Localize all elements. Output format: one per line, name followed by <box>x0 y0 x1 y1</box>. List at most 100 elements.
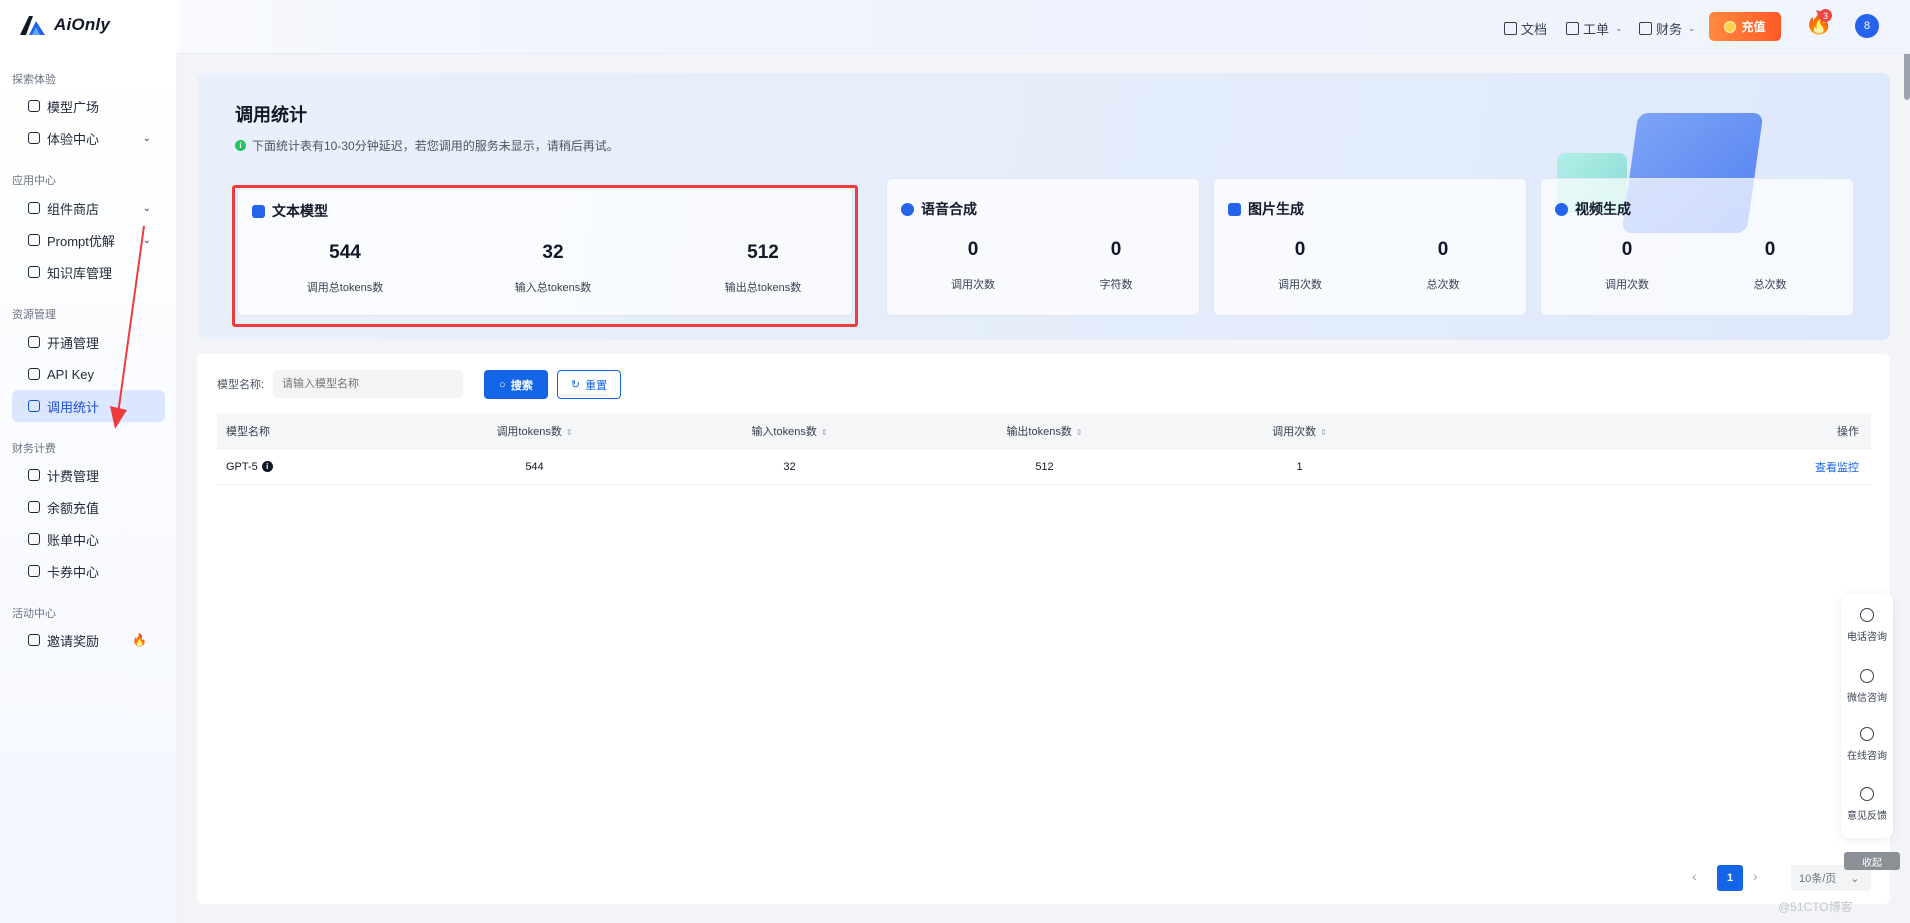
info-icon[interactable]: i <box>261 461 273 472</box>
experience-icon <box>28 132 40 144</box>
next-page-icon[interactable]: › <box>1753 868 1758 884</box>
sidebar-item-billing[interactable]: 计费管理 <box>12 459 165 491</box>
chevron-down-icon: ⌄ <box>1688 23 1696 33</box>
wechat-consult[interactable]: 微信咨询 <box>1841 669 1893 704</box>
feedback[interactable]: 意见反馈 <box>1841 787 1893 822</box>
sidebar-item-label: 邀请奖励 <box>47 633 100 649</box>
header-label: 输入tokens数 <box>751 425 817 438</box>
stats-icon <box>28 400 40 412</box>
page-current[interactable]: 1 <box>1717 865 1743 891</box>
sidebar-item-label: 模型广场 <box>47 99 100 115</box>
notification-badge: 3 <box>1819 9 1832 22</box>
avatar[interactable]: 8 <box>1855 14 1879 38</box>
gift-icon <box>28 634 40 646</box>
header-input-tokens[interactable]: 输入tokens数 ⇕ <box>672 423 907 439</box>
search-button-label: 搜索 <box>510 379 533 392</box>
coin-icon <box>1724 20 1737 33</box>
wallet-icon <box>28 501 40 513</box>
sort-icon[interactable]: ⇕ <box>1076 428 1083 437</box>
sort-icon[interactable]: ⇕ <box>566 428 573 437</box>
metric-value: 0 <box>1437 239 1449 260</box>
page-scrollbar[interactable] <box>1904 50 1910 100</box>
wechat-icon <box>1860 669 1874 683</box>
search-button[interactable]: ○ 搜索 <box>484 370 548 399</box>
support-label: 在线咨询 <box>1847 751 1887 762</box>
metric-label: 总次数 <box>1426 279 1460 291</box>
metric-value: 0 <box>1110 239 1122 260</box>
delay-notice-text: 下面统计表有10-30分钟延迟，若您调用的服务未显示，请稍后再试。 <box>252 139 619 153</box>
metric-label: 调用次数 <box>951 279 995 291</box>
stat-card-title-text: 语音合成 <box>921 201 977 217</box>
header-call-tokens[interactable]: 调用tokens数 ⇕ <box>397 423 672 439</box>
reset-button-label: 重置 <box>585 379 608 392</box>
sidebar-item-label: 体验中心 <box>47 131 100 147</box>
prompt-icon <box>28 234 40 246</box>
sidebar-item-label: 调用统计 <box>47 399 100 415</box>
cell-model: GPT-5 i <box>217 461 397 473</box>
stat-card-title-text: 视频生成 <box>1575 201 1631 217</box>
diamond-icon <box>28 336 40 348</box>
phone-consult[interactable]: 电话咨询 <box>1841 608 1893 643</box>
cell-input-tokens: 32 <box>783 460 796 473</box>
sidebar-item-invite-reward[interactable]: 邀请奖励 🔥 <box>12 624 165 656</box>
logo-text: AiOnly <box>54 15 110 34</box>
sort-icon[interactable]: ⇕ <box>1320 428 1327 437</box>
phone-icon <box>1860 608 1874 622</box>
sidebar-item-label: 开通管理 <box>47 335 100 351</box>
collapse-button[interactable]: 收起 <box>1844 852 1900 870</box>
stat-card-title: 视频生成 <box>1555 199 1631 219</box>
sidebar-item-bills[interactable]: 账单中心 <box>12 523 165 555</box>
stat-card-speech: 语音合成 0 调用次数 0 字符数 <box>886 178 1200 316</box>
prev-page-icon[interactable]: ‹ <box>1692 868 1697 884</box>
watermark: @51CTO博客 <box>1778 900 1853 914</box>
sidebar-item-coupons[interactable]: 卡券中心 <box>12 555 165 587</box>
model-name-input[interactable] <box>273 370 463 398</box>
sidebar: 探索体验 模型广场 体验中心 ⌄ 应用中心 组件商店 ⌄ Prompt优解 ⌄ … <box>0 54 177 923</box>
finance-menu[interactable]: 财务 ⌄ <box>1639 19 1696 38</box>
reset-button[interactable]: ↻ 重置 <box>557 370 621 399</box>
support-float-bar: 电话咨询 微信咨询 在线咨询 意见反馈 <box>1841 594 1893 838</box>
chevron-down-icon: ⌄ <box>142 202 151 214</box>
recharge-label: 充值 <box>1741 20 1766 34</box>
docs-label: 文档 <box>1521 22 1548 37</box>
table-row: GPT-5 i 544 32 512 1 查看监控 <box>217 449 1871 485</box>
cell-call-tokens: 544 <box>525 460 544 473</box>
sidebar-group-label: 应用中心 <box>12 175 56 187</box>
chevron-down-icon: ⌄ <box>142 132 151 144</box>
sidebar-item-balance-recharge[interactable]: 余额充值 <box>12 491 165 523</box>
sidebar-group-label: 活动中心 <box>12 608 56 620</box>
stat-card-title: 图片生成 <box>1228 199 1304 219</box>
docs-link[interactable]: 文档 <box>1504 19 1547 38</box>
sidebar-item-model-square[interactable]: 模型广场 <box>12 90 165 122</box>
online-consult[interactable]: 在线咨询 <box>1841 727 1893 762</box>
billing-icon <box>28 469 40 481</box>
sidebar-group-label: 财务计费 <box>12 443 56 455</box>
app-logo[interactable]: AiOnly <box>18 13 110 37</box>
stat-metric: 0 字符数 <box>1046 239 1186 292</box>
metric-label: 字符数 <box>1099 279 1133 291</box>
page-size-label: 10条/页 <box>1799 873 1837 885</box>
delay-notice: i 下面统计表有10-30分钟延迟，若您调用的服务未显示，请稍后再试。 <box>235 137 619 154</box>
header-output-tokens[interactable]: 输出tokens数 ⇕ <box>907 423 1182 439</box>
book-icon <box>28 266 40 278</box>
stat-metric: 0 调用次数 <box>1230 239 1370 292</box>
ticket-menu[interactable]: 工单 ⌄ <box>1566 19 1623 38</box>
sidebar-item-experience[interactable]: 体验中心 ⌄ <box>12 122 165 154</box>
sort-icon[interactable]: ⇕ <box>821 428 828 437</box>
recharge-button[interactable]: 充值 <box>1709 12 1781 41</box>
view-monitoring-link[interactable]: 查看监控 <box>1815 462 1859 474</box>
metric-label: 总次数 <box>1753 279 1787 291</box>
metric-label: 调用次数 <box>1278 279 1322 291</box>
header-calls[interactable]: 调用次数 ⇕ <box>1182 423 1417 439</box>
support-label: 意见反馈 <box>1847 811 1887 822</box>
sidebar-item-component-store[interactable]: 组件商店 ⌄ <box>12 192 165 224</box>
key-icon <box>28 368 40 380</box>
image-icon <box>1228 202 1241 216</box>
docs-icon <box>1504 22 1517 35</box>
cell-action: 查看监控 <box>1417 459 1871 475</box>
question-icon <box>1860 787 1874 801</box>
metric-label: 调用次数 <box>1605 279 1649 291</box>
header-model-name: 模型名称 <box>226 425 270 438</box>
bill-icon <box>28 533 40 545</box>
stat-card-title-text: 图片生成 <box>1248 201 1304 217</box>
